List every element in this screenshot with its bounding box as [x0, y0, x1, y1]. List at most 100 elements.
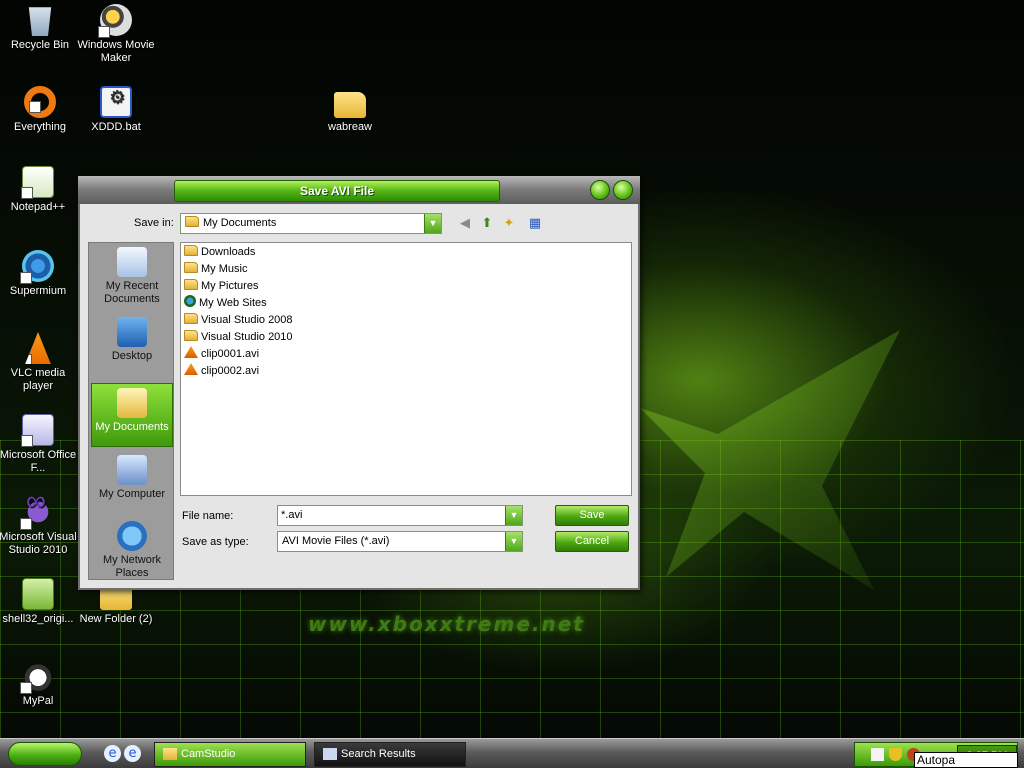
- desktop-icon-mypal[interactable]: MyPal: [0, 660, 78, 708]
- desktop-icon-supermium[interactable]: Supermium: [0, 250, 78, 298]
- place-my-computer[interactable]: My Computer: [91, 455, 173, 509]
- folder-icon: [334, 92, 366, 118]
- place-label: My Network Places: [102, 554, 162, 579]
- close-icon[interactable]: [613, 180, 633, 200]
- list-item[interactable]: My Web Sites: [184, 295, 267, 312]
- desktop-icon-label: XDDD.bat: [91, 121, 141, 133]
- save-in-label: Save in:: [134, 217, 174, 229]
- desktop-icon-notepad-plus[interactable]: Notepad++: [0, 166, 78, 214]
- taskbar-item-label: Search Results: [341, 748, 416, 760]
- desktop-icon-label: Recycle Bin: [10, 39, 70, 51]
- desktop-icon-label: MyPal: [22, 695, 54, 707]
- quick-launch-browser-icon[interactable]: e: [124, 745, 141, 762]
- up-folder-icon[interactable]: ⬆: [478, 215, 496, 233]
- list-item[interactable]: clip0001.avi: [184, 346, 259, 363]
- desktop-icon-label: Microsoft Visual Studio 2010: [0, 531, 77, 556]
- save-button[interactable]: Save: [555, 505, 629, 526]
- file-name: Downloads: [201, 246, 256, 258]
- place-label: My Computer: [98, 488, 166, 500]
- desktop-icon-shell32[interactable]: shell32_origi...: [0, 578, 78, 626]
- start-button[interactable]: [8, 742, 82, 766]
- movie-maker-icon: [98, 4, 132, 38]
- folder-icon: [184, 330, 198, 341]
- place-label: My Recent Documents: [104, 280, 160, 305]
- folder-icon: [184, 279, 198, 290]
- taskbar-item-label: CamStudio: [181, 748, 236, 760]
- recent-documents-icon: [117, 247, 147, 277]
- desktop-icon-label: shell32_origi...: [2, 613, 74, 625]
- web-folder-icon: [184, 295, 196, 307]
- place-my-network-places[interactable]: My Network Places: [91, 521, 173, 579]
- list-item[interactable]: Visual Studio 2008: [184, 312, 293, 329]
- my-documents-icon: [117, 388, 147, 418]
- search-icon: [323, 748, 337, 760]
- list-item[interactable]: clip0002.avi: [184, 363, 259, 380]
- save-avi-dialog: Save AVI File Save in: My Documents ▼ ◀ …: [78, 176, 640, 590]
- desktop-icon-label: VLC media player: [10, 367, 66, 392]
- folder-icon: [184, 245, 198, 256]
- shell-file-icon: [22, 578, 54, 610]
- everything-icon: [24, 86, 56, 118]
- recycle-bin-icon: [28, 7, 52, 36]
- new-folder-icon[interactable]: ✦: [500, 215, 518, 233]
- chevron-down-icon[interactable]: ▼: [424, 214, 441, 233]
- network-places-icon: [117, 521, 147, 551]
- folder-icon: [163, 748, 177, 760]
- desktop-icon-movie-maker[interactable]: Windows Movie Maker: [76, 4, 156, 65]
- cancel-button[interactable]: Cancel: [555, 531, 629, 552]
- batch-file-icon: [100, 86, 132, 118]
- desktop-icon-label: Supermium: [9, 285, 67, 297]
- my-computer-icon: [117, 455, 147, 485]
- taskbar: e e CamStudio Search Results 8:37 PM: [0, 738, 1024, 768]
- place-my-documents[interactable]: My Documents: [91, 383, 173, 447]
- save-as-type-dropdown[interactable]: AVI Movie Files (*.avi) ▼: [277, 531, 523, 552]
- desktop-icon-vlc[interactable]: VLC media player: [0, 332, 78, 393]
- file-name: Visual Studio 2008: [201, 314, 293, 326]
- taskbar-item-camstudio[interactable]: CamStudio: [154, 742, 306, 767]
- desktop-icon-wabreaw[interactable]: wabreaw: [310, 86, 390, 134]
- view-menu-icon[interactable]: ▦: [526, 215, 544, 233]
- file-list[interactable]: Downloads My Music My Pictures My Web Si…: [180, 242, 632, 496]
- save-as-type-value: AVI Movie Files (*.avi): [282, 535, 390, 547]
- file-name: Visual Studio 2010: [201, 331, 293, 343]
- file-name-label: File name:: [182, 510, 234, 522]
- file-name: My Web Sites: [199, 297, 267, 309]
- office-icon: [21, 414, 54, 447]
- dialog-titlebar[interactable]: Save AVI File: [78, 176, 640, 204]
- desktop-icon-label: Windows Movie Maker: [77, 39, 155, 64]
- desktop-icon-label: wabreaw: [327, 121, 373, 133]
- save-in-dropdown[interactable]: My Documents ▼: [180, 213, 442, 234]
- save-as-type-label: Save as type:: [182, 536, 249, 548]
- minimize-icon[interactable]: [590, 180, 610, 200]
- folder-icon: [184, 313, 198, 324]
- desktop-icon: [117, 317, 147, 347]
- folder-icon: [185, 216, 199, 227]
- dialog-title: Save AVI File: [174, 180, 500, 202]
- tray-document-icon[interactable]: [871, 748, 884, 761]
- chevron-down-icon[interactable]: ▼: [505, 532, 522, 551]
- file-name: clip0001.avi: [201, 348, 260, 360]
- chevron-down-icon[interactable]: ▼: [505, 506, 522, 525]
- shield-icon[interactable]: [889, 748, 902, 761]
- desktop-icon-visual-studio[interactable]: Microsoft Visual Studio 2010: [0, 494, 78, 557]
- place-my-recent-documents[interactable]: My Recent Documents: [91, 247, 173, 311]
- wallpaper-watermark: www.xboxxtreme.net: [308, 612, 585, 636]
- desktop-icon-office[interactable]: Microsoft Office F...: [0, 414, 78, 475]
- list-item[interactable]: My Pictures: [184, 278, 258, 295]
- desktop-icon-recycle-bin[interactable]: Recycle Bin: [0, 4, 80, 52]
- list-item[interactable]: My Music: [184, 261, 247, 278]
- back-icon[interactable]: ◀: [456, 215, 474, 233]
- list-item[interactable]: Visual Studio 2010: [184, 329, 293, 346]
- internet-explorer-icon[interactable]: e: [104, 745, 121, 762]
- file-name-field[interactable]: *.avi ▼: [277, 505, 523, 526]
- taskbar-item-search-results[interactable]: Search Results: [314, 742, 466, 767]
- vlc-file-icon: [184, 363, 198, 375]
- place-label: Desktop: [111, 350, 153, 362]
- file-name: My Music: [201, 263, 248, 275]
- desktop-icon-xddd-bat[interactable]: XDDD.bat: [76, 86, 156, 134]
- supermium-icon: [20, 250, 54, 284]
- desktop-icon-everything[interactable]: Everything: [0, 86, 80, 134]
- list-item[interactable]: Downloads: [184, 244, 255, 261]
- notepad-plus-icon: [21, 166, 54, 199]
- place-desktop[interactable]: Desktop: [91, 317, 173, 367]
